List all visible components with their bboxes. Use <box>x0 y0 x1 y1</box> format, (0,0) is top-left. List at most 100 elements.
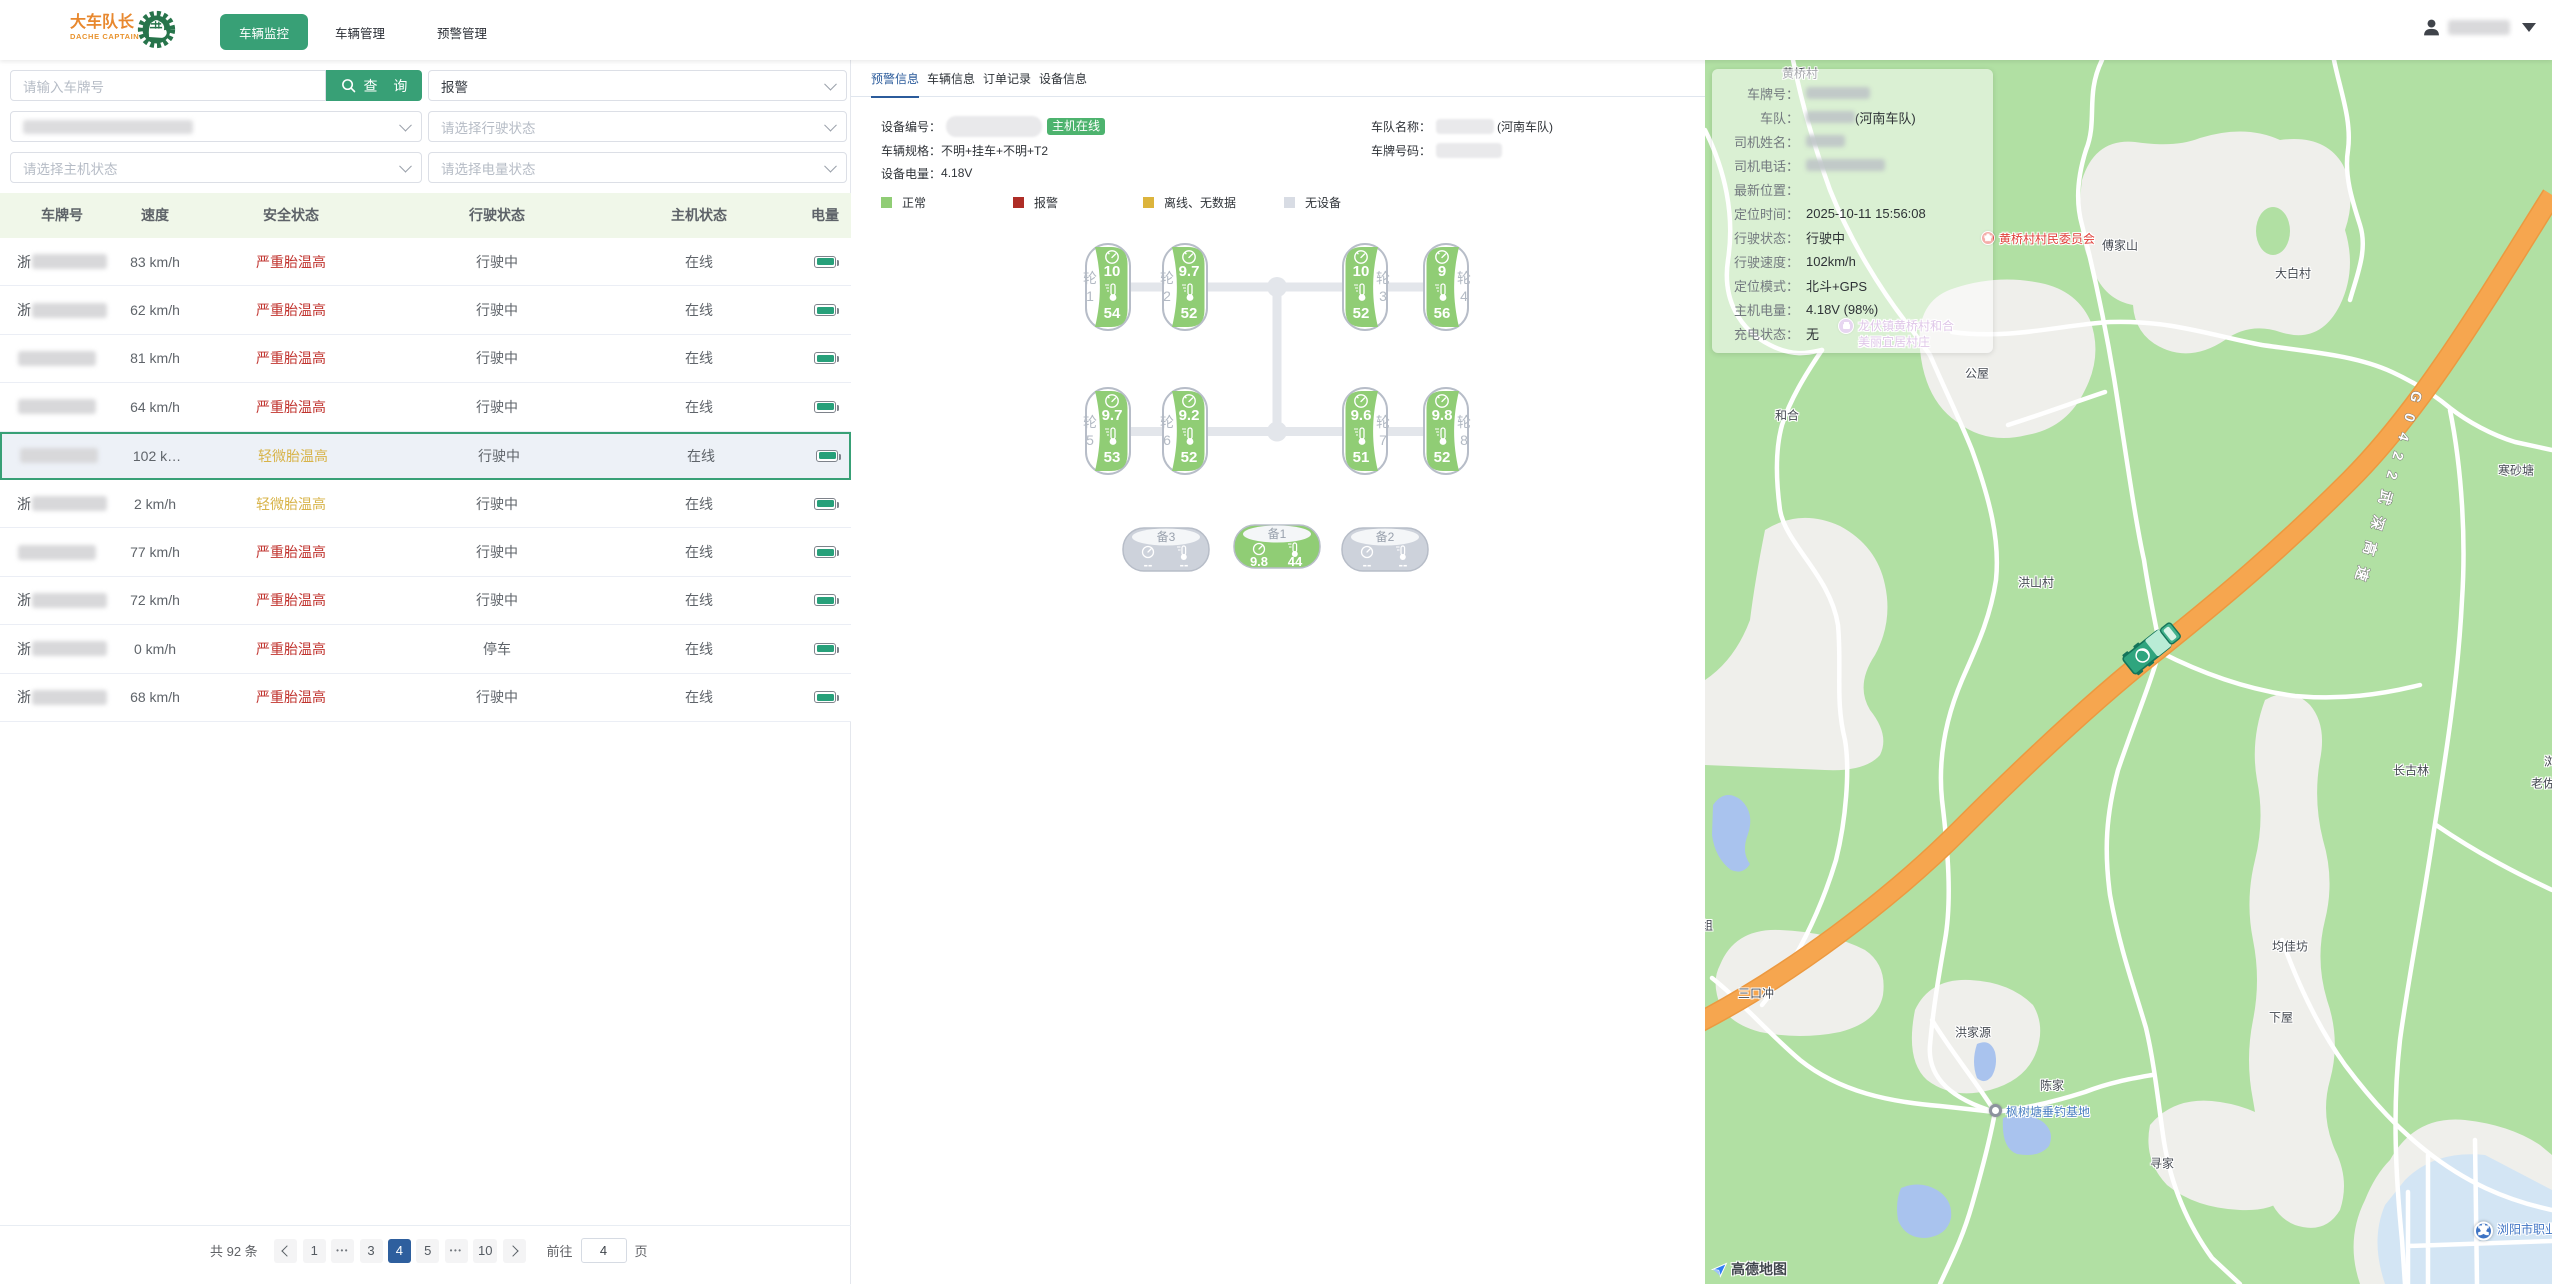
spare-tire[interactable]: 备1 9.8 44 <box>1233 521 1321 570</box>
plate-cell: 浙 <box>17 577 107 624</box>
tire-diagram: 轮1 轮1 10 <box>1050 235 1520 585</box>
wheel-tire[interactable]: 轮7 轮7 9.6 <box>1342 387 1388 475</box>
user-menu[interactable] <box>2421 17 2536 38</box>
page-button[interactable]: ••• <box>445 1239 468 1263</box>
map-poi[interactable]: 浏阳市职业中 <box>2474 1222 2552 1241</box>
map-place-label: 洪山村 <box>2018 574 2054 591</box>
select-placeholder: 请选择行驶状态 <box>441 117 536 137</box>
battery-cell <box>795 674 855 721</box>
table-row[interactable]: 64 km/h 严重胎温高 行驶中 在线 <box>0 383 851 431</box>
wheel-tire[interactable]: 轮2 轮2 9.7 <box>1162 243 1208 331</box>
place-name: 下屋 <box>2269 1011 2293 1025</box>
chevron-down-icon <box>824 77 837 90</box>
nav-item[interactable]: 预警管理 <box>437 23 487 42</box>
vehicle-list-panel: 请输入车牌号 查 询 报警 请选择行驶状态 请选择主机状态 请选择电量状态 车牌… <box>0 60 851 1284</box>
fleet-filter-select[interactable] <box>10 111 422 142</box>
wheel-tire[interactable]: 轮5 轮5 9.7 <box>1085 387 1131 475</box>
wheel-tire[interactable]: 轮8 轮8 9.8 <box>1423 387 1469 475</box>
wheel-tire[interactable]: 轮1 轮1 10 <box>1085 243 1131 331</box>
legend-item: 无设备 <box>1284 194 1341 211</box>
pagination-total: 共 92 条 <box>210 1241 258 1260</box>
host-cell: 在线 <box>639 335 759 382</box>
select-placeholder: 请选择主机状态 <box>23 158 118 178</box>
svg-text:10: 10 <box>1104 263 1121 280</box>
table-row[interactable]: 81 km/h 严重胎温高 行驶中 在线 <box>0 335 851 383</box>
map-place-label: 大白村 <box>2275 265 2311 282</box>
plate-redacted <box>18 351 96 366</box>
wheel-tire[interactable]: 轮4 轮4 9 <box>1423 243 1469 331</box>
next-page-button[interactable] <box>503 1239 526 1263</box>
spare-tire[interactable]: 备2 -- -- <box>1341 524 1429 573</box>
table-row[interactable]: 浙 0 km/h 严重胎温高 停车 在线 <box>0 625 851 673</box>
driving-cell: 行驶中 <box>437 335 557 382</box>
host-state-select[interactable]: 请选择主机状态 <box>10 152 422 183</box>
plate-cell: 浙 <box>17 625 107 672</box>
search-button[interactable]: 查 询 <box>326 70 422 101</box>
page-button[interactable]: 4 <box>388 1239 411 1263</box>
battery-icon <box>814 401 836 413</box>
table-row[interactable]: 浙 2 km/h 轻微胎温高 行驶中 在线 <box>0 480 851 528</box>
table-row[interactable]: 77 km/h 严重胎温高 行驶中 在线 <box>0 528 851 576</box>
page: 大车队长 DACHE CAPTAIN 车辆监控 车辆管理 预警管理 <box>0 0 2552 1284</box>
legend-item: 报警 <box>1013 194 1058 211</box>
map-poi[interactable]: 枫树塘垂钓基地 <box>1989 1104 2090 1120</box>
info-value: 行驶中 <box>1806 228 1845 247</box>
info-row: 司机电话： <box>1712 153 1993 177</box>
page-button[interactable]: 3 <box>360 1239 383 1263</box>
map-panel[interactable]: G0422武深高速 黄桥村 傅家山 大白村 公屋 和合 寒砂塘 洪山村 <box>1705 60 2552 1284</box>
battery-icon <box>814 643 836 655</box>
poi-icon <box>1989 1104 2002 1117</box>
tab-alert-info[interactable]: 预警信息 <box>871 60 919 97</box>
place-name: 陈家 <box>2040 1079 2064 1093</box>
table-row[interactable]: 102 k… 轻微胎温高 行驶中 在线 <box>0 432 851 480</box>
safety-status-text: 轻微胎温高 <box>258 446 328 466</box>
info-redacted <box>1806 111 1855 123</box>
driving-state-select[interactable]: 请选择行驶状态 <box>428 111 847 142</box>
wheel-tire[interactable]: 轮3 轮3 10 <box>1342 243 1388 331</box>
wheel-tire[interactable]: 轮6 轮6 9.2 <box>1162 387 1208 475</box>
goto-label: 前往 <box>547 1241 573 1260</box>
svg-text:9.8: 9.8 <box>1250 554 1268 569</box>
safety-status-text: 严重胎温高 <box>256 397 326 417</box>
place-name: 老佐 <box>2531 777 2552 791</box>
page-number: 4 <box>396 1243 403 1258</box>
safety-status-text: 轻微胎温高 <box>256 494 326 514</box>
map-poi[interactable]: 黄桥村村民委员会 <box>1981 231 2095 247</box>
plate-redacted <box>32 303 107 318</box>
place-name: 大白村 <box>2275 267 2311 281</box>
alarm-filter-select[interactable]: 报警 <box>428 70 847 101</box>
spare-tire[interactable]: 备3 -- -- <box>1122 524 1210 573</box>
legend-label: 无设备 <box>1305 194 1341 211</box>
prev-page-button[interactable] <box>274 1239 297 1263</box>
battery-state-select[interactable]: 请选择电量状态 <box>428 152 847 183</box>
place-name: 寒砂塘 <box>2498 464 2534 478</box>
goto-page-input[interactable]: 4 <box>581 1238 627 1263</box>
place-name: 均佳坊 <box>2272 940 2308 954</box>
plate-redacted <box>32 496 107 511</box>
plate-cell: 浙 <box>17 480 107 527</box>
page-button[interactable]: ••• <box>331 1239 354 1263</box>
amap-logo-icon <box>1711 1261 1728 1278</box>
poi-text: 黄桥村村民委员会 <box>1999 231 2095 247</box>
tab-vehicle-info[interactable]: 车辆信息 <box>927 60 975 97</box>
safety-cell: 严重胎温高 <box>231 286 351 333</box>
page-button[interactable]: 10 <box>473 1239 497 1263</box>
table-row[interactable]: 浙 72 km/h 严重胎温高 行驶中 在线 <box>0 577 851 625</box>
nav-item[interactable]: 车辆监控 <box>220 14 308 50</box>
table-row[interactable]: 浙 83 km/h 严重胎温高 行驶中 在线 <box>0 238 851 286</box>
tab-device-info[interactable]: 设备信息 <box>1039 60 1087 97</box>
table-row[interactable]: 浙 62 km/h 严重胎温高 行驶中 在线 <box>0 286 851 334</box>
map-place-label: 组 <box>1705 917 1713 934</box>
nav-item[interactable]: 车辆管理 <box>335 23 385 42</box>
plate-redacted <box>18 545 96 560</box>
page-button[interactable]: 1 <box>303 1239 326 1263</box>
plate-cell: 浙 <box>17 238 107 285</box>
table-row[interactable]: 浙 68 km/h 严重胎温高 行驶中 在线 <box>0 674 851 722</box>
host-cell: 在线 <box>639 238 759 285</box>
info-value: 北斗+GPS <box>1806 276 1867 295</box>
place-name: 三口冲 <box>1738 987 1774 1001</box>
info-row: 充电状态： 无 <box>1712 321 1993 345</box>
tab-order-log[interactable]: 订单记录 <box>983 60 1031 97</box>
page-button[interactable]: 5 <box>416 1239 439 1263</box>
plate-search-input[interactable]: 请输入车牌号 <box>10 70 326 101</box>
